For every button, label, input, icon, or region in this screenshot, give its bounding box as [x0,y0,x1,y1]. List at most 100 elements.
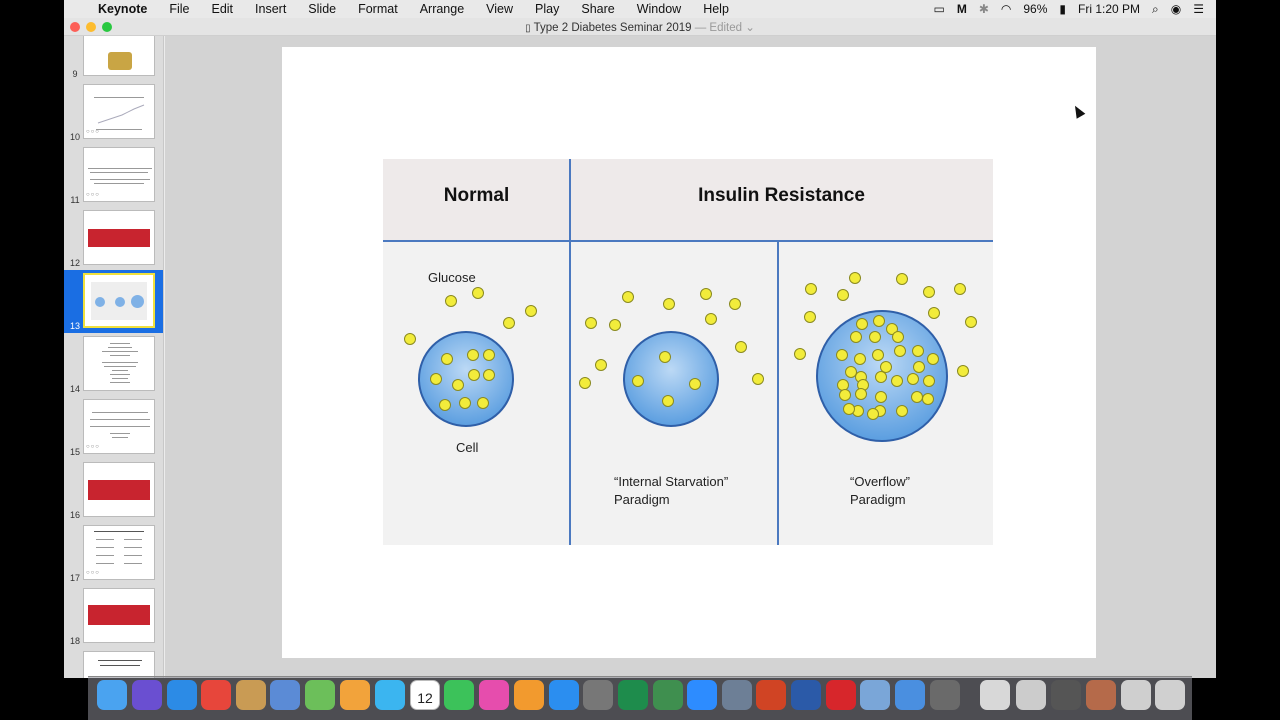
screenshot-icon[interactable] [722,680,752,710]
doc-stack-4-icon[interactable] [1086,680,1116,710]
malwarebytes-icon[interactable]: M [957,2,967,16]
trash-icon[interactable] [1155,680,1185,710]
keynote-window: ▯ Type 2 Diabetes Seminar 2019 — Edited … [64,18,1216,678]
excel-icon[interactable] [618,680,648,710]
glucose-dot [689,378,701,390]
glucose-dot [735,341,747,353]
notes-folder-icon[interactable] [236,680,266,710]
slide-thumbnail: ○○○ [83,147,155,202]
wifi-icon[interactable]: ◠ [1001,2,1011,16]
slide-thumbnail [83,210,155,265]
slide-thumb-14[interactable]: 14 [64,333,163,396]
glucose-dot [622,291,634,303]
glucose-dot [856,318,868,330]
glucose-dot [907,373,919,385]
doc-stack-2-icon[interactable] [1016,680,1046,710]
document-title[interactable]: ▯ Type 2 Diabetes Seminar 2019 — Edited … [64,20,1216,34]
messages-icon[interactable] [375,680,405,710]
menu-play[interactable]: Play [535,2,570,16]
doc-stack-3-icon[interactable] [1051,680,1081,710]
slide-number: 10 [69,132,80,142]
slide-number: 15 [69,447,80,457]
glucose-dot [805,283,817,295]
battery-icon[interactable]: ▮ [1059,2,1066,16]
chevron-down-icon[interactable]: ⌄ [745,22,755,34]
bluetooth-icon[interactable]: ✱ [979,2,989,16]
slide-number: 18 [69,636,80,646]
menu-file[interactable]: File [169,2,200,16]
zoom-icon[interactable] [687,680,717,710]
maps-icon[interactable] [305,680,335,710]
chrome-icon[interactable] [201,680,231,710]
menu-edit[interactable]: Edit [211,2,244,16]
vpn-icon[interactable] [653,680,683,710]
glucose-dot [659,351,671,363]
glucose-dot [579,377,591,389]
slide-thumb-18[interactable]: 18 [64,585,163,648]
menu-insert[interactable]: Insert [255,2,297,16]
ibooks-icon[interactable] [514,680,544,710]
menu-view[interactable]: View [486,2,524,16]
slide-thumbnail: ○○○ [83,525,155,580]
doc-stack-icon[interactable] [980,680,1010,710]
battery-percent[interactable]: 96% [1023,2,1047,16]
slide-canvas[interactable]: Normal Insulin Resistance Glucose Cell “… [165,36,1216,678]
slide-thumb-13[interactable]: 13 [64,270,163,333]
menu-app-keynote[interactable]: Keynote [98,2,158,16]
finder-icon[interactable] [97,680,127,710]
menu-slide[interactable]: Slide [308,2,347,16]
photos-icon[interactable] [340,680,370,710]
word-icon[interactable] [791,680,821,710]
system-prefs-icon[interactable] [583,680,613,710]
calendar-icon[interactable]: 12 [410,680,440,710]
screen-record-icon[interactable]: ▭ [933,2,944,16]
preview-icon[interactable] [270,680,300,710]
slide-thumb-11[interactable]: ○○○ 11 [64,144,163,207]
photo-booth-icon[interactable] [930,680,960,710]
doc-stack-5-icon[interactable] [1121,680,1151,710]
facetime-icon[interactable] [444,680,474,710]
glucose-dot [439,399,451,411]
safari-icon[interactable] [167,680,197,710]
slide-thumbnail: ○○○ [83,84,155,139]
app-store-icon[interactable] [549,680,579,710]
slide-thumb-17[interactable]: ○○○ 17 [64,522,163,585]
glucose-dot [585,317,597,329]
glucose-dot [855,388,867,400]
itunes-icon[interactable] [479,680,509,710]
slide-thumb-9[interactable]: 9 [64,36,163,81]
glucose-dot [663,298,675,310]
menu-format[interactable]: Format [358,2,409,16]
slide-thumb-19[interactable] [64,648,163,678]
slide-thumb-15[interactable]: ○○○ 15 [64,396,163,459]
menu-window[interactable]: Window [637,2,692,16]
slide-number: 11 [70,195,80,205]
menu-share[interactable]: Share [581,2,625,16]
slide[interactable]: Normal Insulin Resistance Glucose Cell “… [282,47,1096,658]
pdf-icon[interactable] [826,680,856,710]
menu-clock[interactable]: Fri 1:20 PM [1078,2,1140,16]
slide-thumb-12[interactable]: 12 [64,207,163,270]
spotlight-search-icon[interactable]: ⌕ [1152,2,1159,17]
slide-thumb-10[interactable]: ○○○ 10 [64,81,163,144]
slide-number: 13 [69,321,80,331]
keynote-icon[interactable] [895,680,925,710]
menu-help[interactable]: Help [703,2,740,16]
siri-icon[interactable]: ◉ [1171,2,1181,16]
label-overflow-paradigm: Paradigm [850,492,906,507]
label-overflow: “Overflow” [850,474,910,489]
grapher-icon[interactable] [860,680,890,710]
insulin-resistance-diagram[interactable]: Normal Insulin Resistance Glucose Cell “… [383,159,993,545]
siri-app-icon[interactable] [132,680,162,710]
glucose-dot [468,369,480,381]
glucose-dot [430,373,442,385]
notification-center-icon[interactable]: ☰ [1193,2,1204,16]
slide-navigator[interactable]: 9 ○○○ 10 ○○○ 11 12 13 14 ○○○ 15 16 ○○○ 1… [64,36,164,678]
menu-arrange[interactable]: Arrange [420,2,475,16]
glucose-dot [836,349,848,361]
glucose-dot [896,273,908,285]
slide-thumb-16[interactable]: 16 [64,459,163,522]
label-cell: Cell [456,440,479,455]
powerpoint-icon[interactable] [756,680,786,710]
label-internal-paradigm: Paradigm [614,492,670,507]
